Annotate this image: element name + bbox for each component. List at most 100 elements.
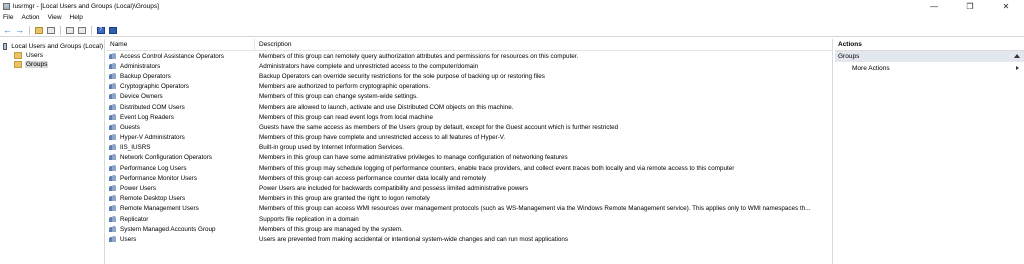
toolbar-separator [60,25,61,35]
group-icon [109,103,117,111]
back-arrow-icon[interactable]: ← [2,25,13,36]
group-description: Members of this group can remotely query… [259,52,579,60]
table-row[interactable]: Administrators Administrators have comple… [106,61,832,71]
close-button[interactable]: ✕ [988,0,1024,12]
show-hide-tree-icon[interactable] [45,25,56,36]
table-row[interactable]: Network Configuration Operators Members i… [106,153,832,163]
group-name: Remote Desktop Users [120,195,186,203]
group-description: Backup Operators can override security r… [259,72,545,80]
submenu-arrow-icon [1016,66,1019,70]
group-name-cell: Event Log Readers [106,113,255,121]
menu-view[interactable]: View [48,14,62,21]
group-name-cell: Guests [106,123,255,131]
group-icon [109,52,117,60]
help-icon[interactable]: ? [95,25,106,36]
properties-icon[interactable] [107,25,118,36]
table-row[interactable]: Remote Management Users Members of this g… [106,204,832,214]
group-name: Event Log Readers [120,113,174,121]
group-description: Members are authorized to perform crypto… [259,83,431,91]
group-name: Power Users [120,185,157,193]
group-description: Supports file replication in a domain [259,215,359,223]
table-row[interactable]: Replicator Supports file replication in a… [106,214,832,224]
group-name: Replicator [120,215,149,223]
more-actions-item[interactable]: More Actions [835,62,1024,74]
window-controls: — ❐ ✕ [916,0,1024,12]
table-row[interactable]: Performance Monitor Users Members of this… [106,173,832,183]
collapse-caret-icon[interactable] [1014,54,1020,58]
group-description: Members of this group have complete and … [259,134,506,142]
table-row[interactable]: Hyper-V Administrators Members of this gr… [106,133,832,143]
actions-section-groups[interactable]: Groups [835,51,1024,62]
actions-pane: Actions Groups More Actions [835,39,1024,264]
group-name-cell: Remote Management Users [106,205,255,212]
table-row[interactable]: Remote Desktop Users Members in this grou… [106,194,832,204]
table-row[interactable]: Cryptographic Operators Members are autho… [106,82,832,92]
group-icon [109,185,117,192]
group-name: Cryptographic Operators [120,83,189,91]
toolbar-separator [29,25,30,35]
group-name-cell: Access Control Assistance Operators [106,52,255,60]
menu-bar: File Action View Help [0,13,1024,22]
table-row[interactable]: System Managed Accounts Group Members of … [106,224,832,234]
column-header-description[interactable]: Description [255,39,832,51]
group-name-cell: Device Owners [106,93,255,100]
group-description: Power Users are included for backwards c… [259,185,529,193]
group-description: Members of this group may schedule loggi… [259,164,735,172]
restore-button[interactable]: ❐ [952,0,988,12]
group-description: Members of this group can change system-… [259,93,418,101]
group-name: Performance Log Users [120,164,187,172]
group-icon [109,144,117,151]
group-icon [109,72,117,80]
table-row[interactable]: Performance Log Users Members of this gro… [106,163,832,173]
group-name: IIS_IUSRS [120,144,151,152]
group-name: System Managed Accounts Group [120,225,216,233]
tree-item-groups[interactable]: Groups [0,60,104,69]
table-row[interactable]: Device Owners Members of this group can c… [106,92,832,102]
group-icon [109,195,117,202]
group-name: Guests [120,123,140,131]
group-icon [109,113,117,121]
group-name-cell: Network Configuration Operators [106,154,255,161]
folder-icon [14,52,22,59]
group-description: Guests have the same access as members o… [259,123,619,131]
toolbar: ← → ? [0,24,1024,37]
table-row[interactable]: Backup Operators Backup Operators can ove… [106,71,832,81]
computer-icon [3,43,8,50]
title-bar: lusrmgr - [Local Users and Groups (Local… [0,0,1024,12]
group-icon [109,154,117,161]
group-name-cell: Hyper-V Administrators [106,134,255,141]
table-row[interactable]: IIS_IUSRS Built-in group used by Internet… [106,143,832,153]
group-description: Members are allowed to launch, activate … [259,103,514,111]
table-row[interactable]: Power Users Power Users are included for … [106,183,832,193]
group-name: Network Configuration Operators [120,154,213,162]
table-row[interactable]: Users Users are prevented from making acc… [106,234,832,244]
tree-item-users[interactable]: Users [0,51,104,60]
table-row[interactable]: Guests Guests have the same access as mem… [106,122,832,132]
actions-section-label: Groups [838,53,860,60]
tree-root[interactable]: Local Users and Groups (Local) [0,42,104,51]
table-row[interactable]: Distributed COM Users Members are allowed… [106,102,832,112]
up-folder-icon[interactable] [33,25,44,36]
group-description: Administrators have complete and unrestr… [259,62,479,70]
app-icon [3,2,10,10]
menu-help[interactable]: Help [70,14,83,21]
group-name-cell: Distributed COM Users [106,103,255,111]
export-list-icon[interactable] [76,25,87,36]
minimize-button[interactable]: — [916,0,952,12]
forward-arrow-icon[interactable]: → [14,25,25,36]
menu-file[interactable]: File [3,14,13,21]
menu-action[interactable]: Action [21,14,39,21]
refresh-icon[interactable] [64,25,75,36]
group-icon [109,164,117,172]
group-icon [109,235,117,243]
table-row[interactable]: Access Control Assistance Operators Membe… [106,51,832,61]
group-description: Members of this group can read event log… [259,113,433,121]
group-name-cell: Performance Monitor Users [106,174,255,182]
toolbar-separator [91,25,92,35]
group-name: Hyper-V Administrators [120,134,185,142]
group-icon [109,174,117,182]
table-row[interactable]: Event Log Readers Members of this group c… [106,112,832,122]
group-description: Members of this group can access WMI res… [259,205,811,213]
column-header-name[interactable]: Name [106,38,255,51]
tree-item-label: Users [26,52,43,59]
